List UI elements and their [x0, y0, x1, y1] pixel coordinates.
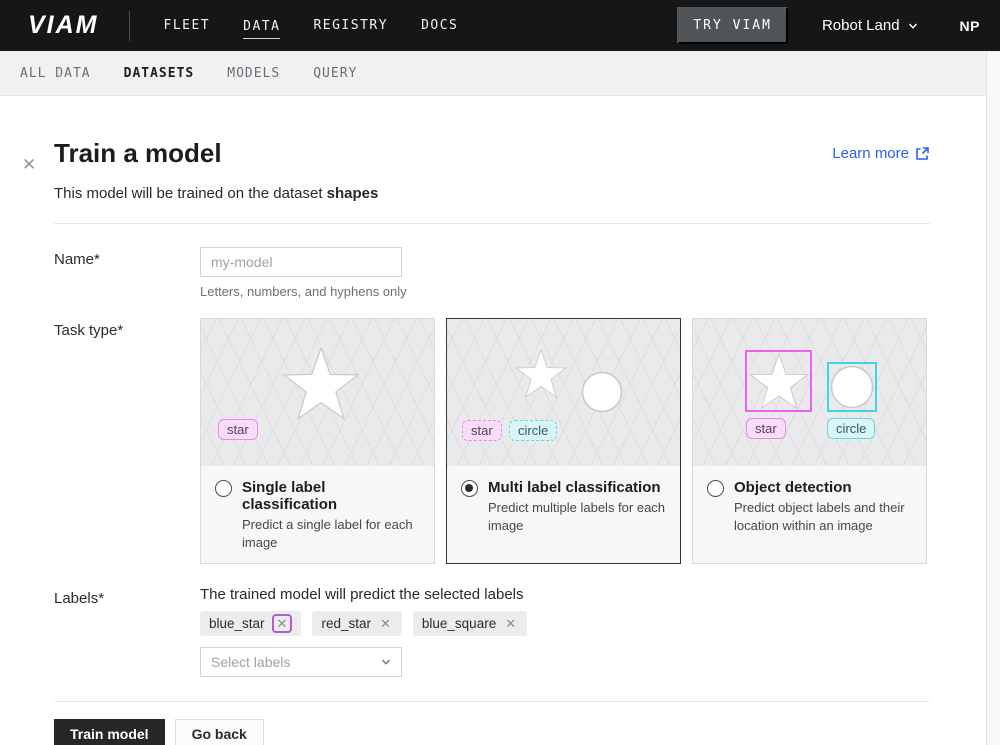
star-label-tag: star	[746, 418, 786, 439]
task-option-multi-label[interactable]: star circle Multi label classification P…	[446, 318, 681, 564]
task-type-label: Task type*	[54, 318, 200, 564]
selected-labels: blue_star ✕ red_star ✕ blue_square ✕	[200, 611, 527, 636]
org-switcher[interactable]: Robot Land	[822, 17, 918, 34]
name-field-label: Name*	[54, 247, 200, 299]
dataset-name: shapes	[327, 185, 379, 202]
labels-description: The trained model will predict the selec…	[200, 586, 527, 603]
tab-all-data[interactable]: ALL DATA	[20, 66, 91, 81]
labels-field-label: Labels*	[54, 586, 200, 677]
try-viam-button[interactable]: TRY VIAM	[677, 7, 788, 44]
circle-shape	[581, 371, 623, 413]
remove-label-icon[interactable]: ✕	[378, 616, 393, 631]
star-shape	[749, 353, 809, 415]
radio-multi-label[interactable]	[461, 480, 478, 497]
learn-more-link[interactable]: Learn more	[832, 145, 930, 162]
task-option-object-detection[interactable]: star circle Object detection Predict obj…	[692, 318, 927, 564]
org-name: Robot Land	[822, 17, 900, 34]
nav-item-docs[interactable]: DOCS	[421, 12, 458, 39]
nav-item-fleet[interactable]: FLEET	[164, 12, 211, 39]
star-label-tag: star	[462, 420, 502, 441]
task-option-single-label[interactable]: star Single label classification Predict…	[200, 318, 435, 564]
go-back-button[interactable]: Go back	[175, 719, 264, 745]
close-icon[interactable]: ✕	[22, 157, 38, 173]
data-sub-navigation: ALL DATA DATASETS MODELS QUERY	[0, 51, 1000, 96]
star-label-tag: star	[218, 419, 258, 440]
name-field-hint: Letters, numbers, and hyphens only	[200, 284, 407, 299]
chip-text: blue_star	[209, 616, 265, 631]
label-chip-blue-star: blue_star ✕	[200, 611, 301, 636]
viam-logo[interactable]: VIAM	[28, 11, 99, 40]
label-chip-red-star: red_star ✕	[312, 611, 401, 636]
radio-single-label[interactable]	[215, 480, 232, 497]
intro-text: This model will be trained on the datase…	[54, 185, 1000, 202]
page-title: Train a model	[54, 138, 222, 169]
circle-label-tag: circle	[509, 420, 557, 441]
object-detection-preview: star circle	[693, 319, 926, 466]
chip-text: red_star	[321, 616, 371, 631]
top-navigation-bar: VIAM FLEET DATA REGISTRY DOCS TRY VIAM R…	[0, 0, 1000, 51]
chip-text: blue_square	[422, 616, 496, 631]
nav-item-registry[interactable]: REGISTRY	[313, 12, 388, 39]
chevron-down-icon	[381, 657, 391, 667]
task-option-description: Predict multiple labels for each image	[488, 499, 666, 534]
circle-label-tag: circle	[827, 418, 875, 439]
avatar[interactable]: NP	[960, 18, 980, 34]
tab-datasets[interactable]: DATASETS	[124, 66, 195, 81]
nav-item-data[interactable]: DATA	[243, 13, 280, 39]
external-link-icon	[915, 146, 930, 161]
train-model-panel: ✕ Train a model Learn more This model wi…	[0, 138, 1000, 745]
logo-divider	[129, 11, 130, 41]
task-option-description: Predict a single label for each image	[242, 516, 420, 551]
learn-more-label: Learn more	[832, 145, 909, 162]
circle-shape	[830, 365, 874, 409]
star-shape	[515, 350, 567, 402]
radio-object-detection[interactable]	[707, 480, 724, 497]
tab-models[interactable]: MODELS	[227, 66, 280, 81]
star-shape	[282, 348, 360, 426]
footer-divider	[54, 701, 930, 702]
labels-select[interactable]: Select labels	[200, 647, 402, 677]
multi-label-preview: star circle	[447, 319, 680, 466]
single-label-preview: star	[201, 319, 434, 466]
task-option-title: Object detection	[734, 479, 912, 496]
remove-label-icon[interactable]: ✕	[272, 614, 293, 633]
task-option-title: Multi label classification	[488, 479, 666, 496]
remove-label-icon[interactable]: ✕	[503, 616, 518, 631]
train-model-button[interactable]: Train model	[54, 719, 165, 745]
chevron-down-icon	[908, 21, 918, 31]
intro-prefix: This model will be trained on the datase…	[54, 185, 327, 202]
select-placeholder: Select labels	[211, 654, 290, 670]
task-option-description: Predict object labels and their location…	[734, 499, 912, 534]
label-chip-blue-square: blue_square ✕	[413, 611, 527, 636]
section-divider	[54, 223, 930, 224]
tab-query[interactable]: QUERY	[313, 66, 357, 81]
primary-nav: FLEET DATA REGISTRY DOCS	[164, 12, 459, 39]
model-name-input[interactable]	[200, 247, 402, 277]
task-option-title: Single label classification	[242, 479, 420, 513]
